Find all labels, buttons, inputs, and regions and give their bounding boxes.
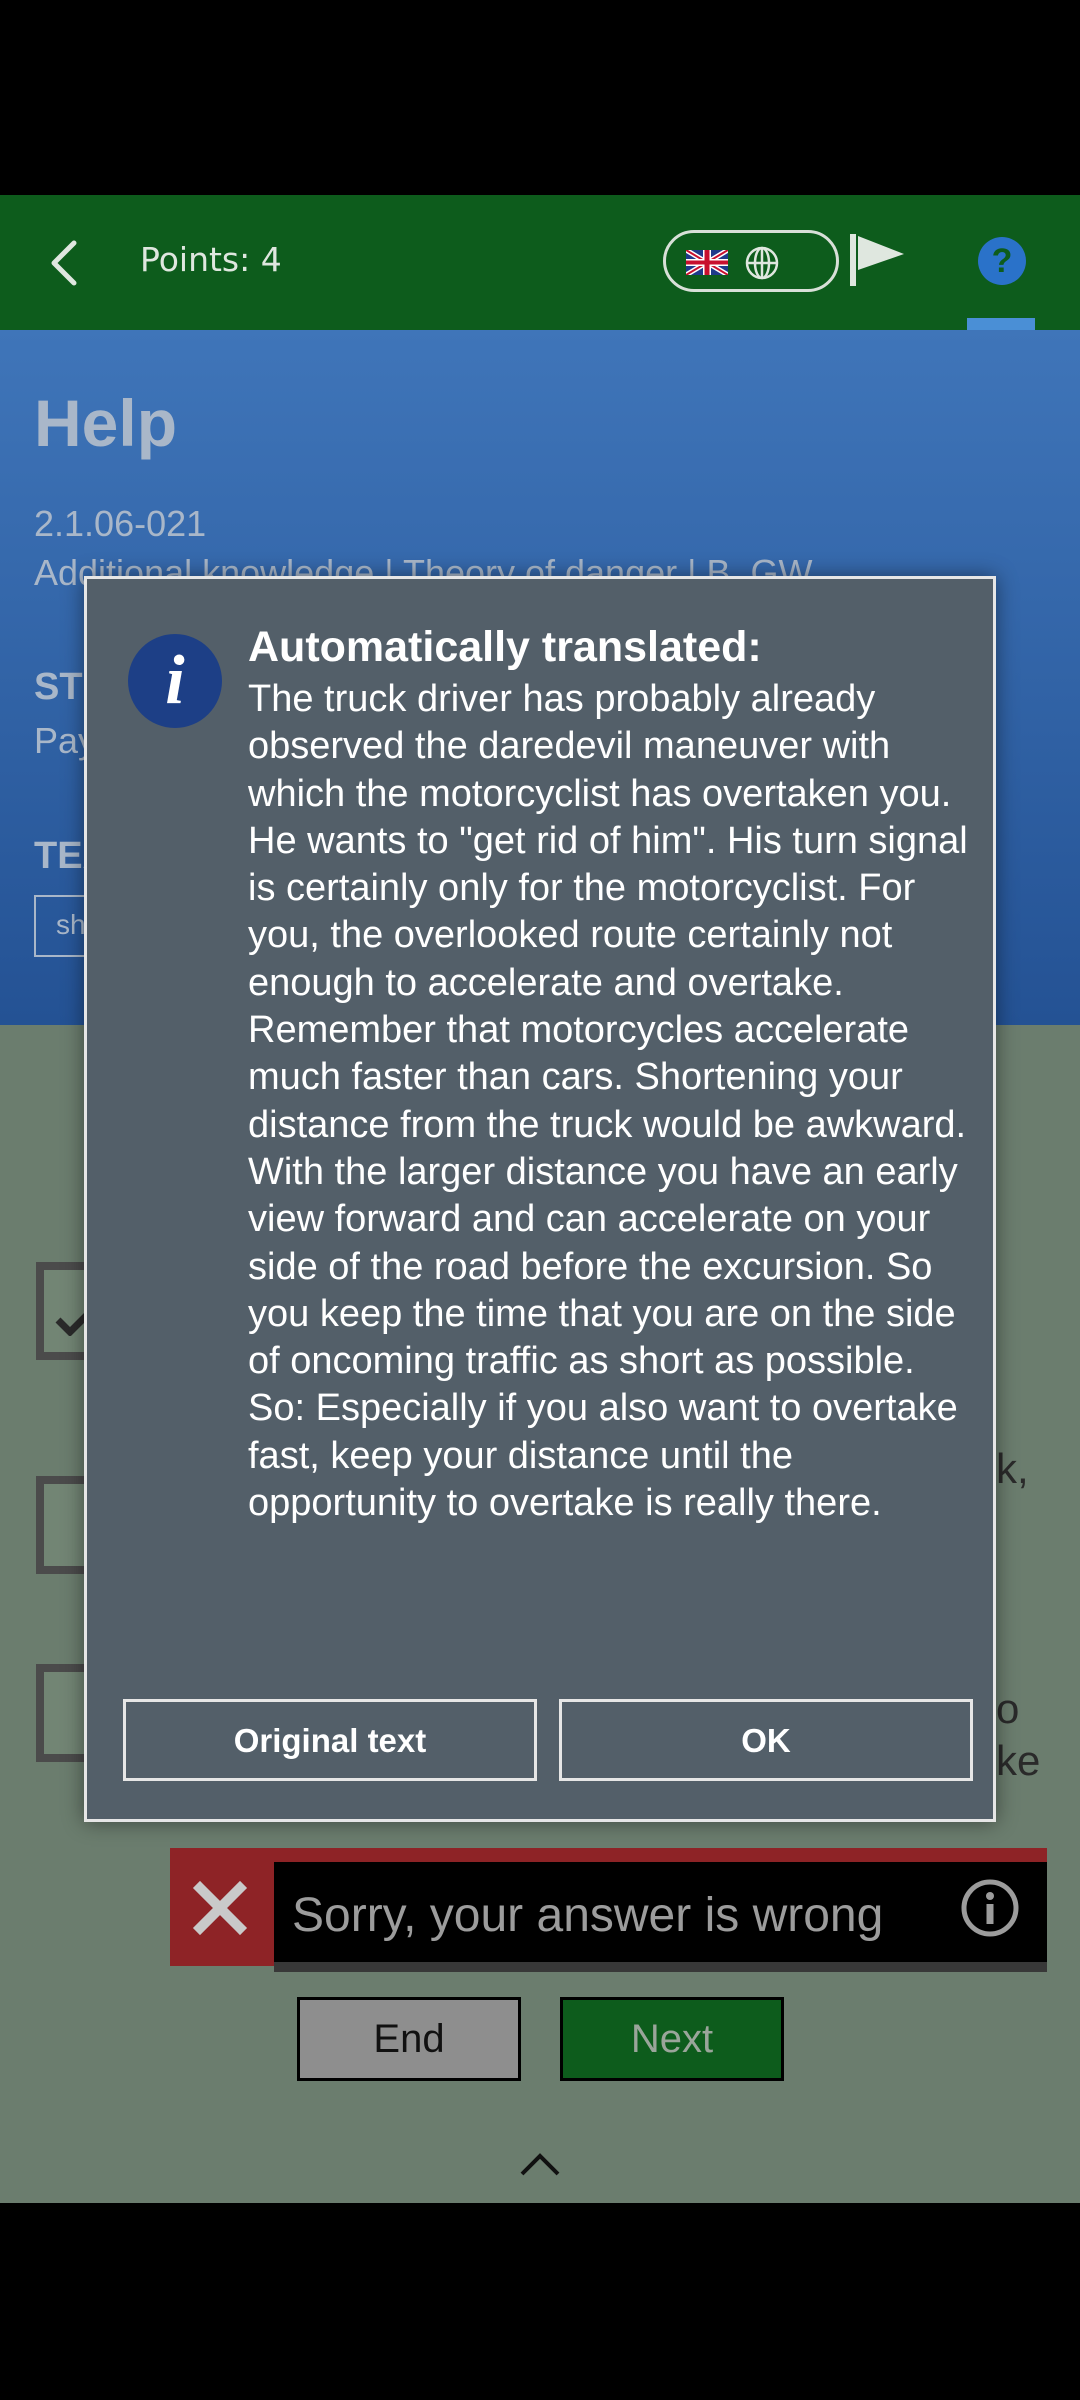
uk-flag-icon (686, 250, 728, 275)
info-icon: i (128, 634, 222, 728)
status-bar (0, 0, 1080, 195)
report-flag-icon[interactable] (848, 232, 906, 288)
answer-text-fragment: ke (996, 1737, 1041, 1784)
language-selector[interactable] (663, 230, 839, 292)
points-label: Points: 4 (140, 240, 282, 279)
help-icon[interactable]: ? (978, 237, 1026, 285)
original-text-button[interactable]: Original text (123, 1699, 537, 1781)
ok-button[interactable]: OK (559, 1699, 973, 1781)
dialog-body-text: The truck driver has probably already ob… (248, 678, 968, 1525)
question-code: 2.1.06-021 (34, 503, 207, 544)
wrong-answer-text: Sorry, your answer is wrong (292, 1889, 884, 1942)
answer-text-fragment: k, (996, 1445, 1029, 1492)
info-outline-icon[interactable] (960, 1878, 1020, 1938)
statistics-label: ST (34, 666, 83, 708)
active-tab-indicator (967, 318, 1035, 330)
page-title: Help (34, 386, 178, 460)
banner-shadow (274, 1962, 1047, 1972)
translation-dialog: i Automatically translated: The truck dr… (84, 576, 996, 1822)
app-screen: Points: 4 ? Help 2.1.06-021 Additional k… (0, 0, 1080, 2400)
close-x-icon (192, 1880, 248, 1936)
next-button[interactable]: Next (560, 1997, 784, 2081)
end-button[interactable]: End (297, 1997, 521, 2081)
back-arrow-icon[interactable] (38, 233, 98, 293)
app-header: Points: 4 ? (0, 195, 1080, 330)
globe-icon (745, 246, 779, 280)
chevron-up-icon[interactable] (518, 2148, 562, 2178)
navigation-bar (0, 2203, 1080, 2400)
dialog-heading: Automatically translated: (248, 623, 762, 671)
answer-text-fragment: o (996, 1685, 1020, 1732)
